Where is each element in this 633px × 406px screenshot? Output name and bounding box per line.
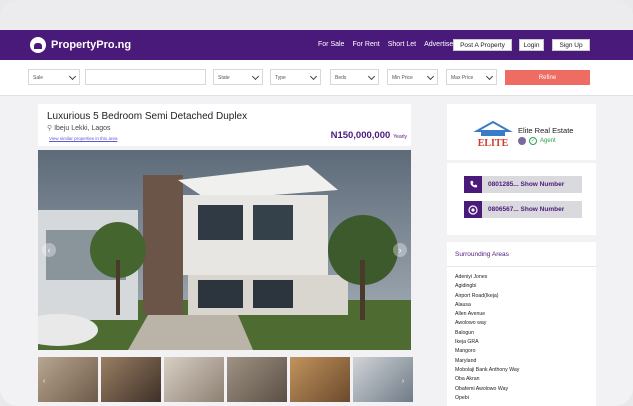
brand-logo[interactable]: PropertyPro.ng	[30, 37, 131, 53]
chevron-down-icon	[309, 72, 318, 81]
login-button[interactable]: Login	[519, 39, 544, 51]
nav-link-for-rent[interactable]: For Rent	[352, 41, 379, 48]
chevron-down-icon	[485, 72, 494, 81]
agent-badge-label: Agent	[540, 138, 556, 144]
max-price-value: Max Price	[451, 75, 474, 81]
area-link[interactable]: Opebi	[455, 394, 519, 403]
max-price-select[interactable]: Max Price	[446, 69, 497, 85]
area-link[interactable]: Adeniyi Jones	[455, 273, 519, 282]
surrounding-areas-title: Surrounding Areas	[455, 251, 509, 258]
refine-button[interactable]: Refine	[505, 70, 590, 85]
chevron-down-icon	[367, 72, 376, 81]
thumbnail-next-button[interactable]: ›	[398, 376, 408, 386]
chevron-down-icon	[68, 72, 77, 81]
whatsapp-label: 0806567... Show Number	[488, 206, 565, 213]
next-photo-button[interactable]: ›	[393, 243, 407, 257]
thumbnail[interactable]	[290, 357, 350, 402]
area-list: Adeniyi Jones Agidingbi Airport Road(Ike…	[455, 273, 519, 403]
photo-thumbnails: ‹ ›	[38, 357, 413, 405]
chevron-down-icon	[426, 72, 435, 81]
area-link[interactable]: Balogun	[455, 329, 519, 338]
contact-card: 0801285... Show Number 0806567... Show N…	[447, 163, 596, 235]
listing-type-value: Sale	[33, 75, 44, 81]
avatar-icon	[518, 137, 526, 145]
listing-title: Luxurious 5 Bedroom Semi Detached Duplex	[47, 111, 248, 122]
state-value: State	[218, 75, 230, 81]
price-value: N150,000,000	[330, 130, 391, 141]
area-link[interactable]: Oba Akran	[455, 375, 519, 384]
area-link[interactable]: Maryland	[455, 357, 519, 366]
agent-card: ELITE Elite Real Estate ✓ Agent	[447, 104, 596, 160]
nav-links: For Sale For Rent Short Let Advertise	[318, 41, 453, 48]
phone-icon	[464, 176, 482, 193]
surrounding-areas-panel: Surrounding Areas Adeniyi Jones Agidingb…	[447, 242, 596, 406]
beds-select[interactable]: Beds	[330, 69, 379, 85]
nav-link-advertise[interactable]: Advertise	[424, 41, 453, 48]
listing-location: ⚲ Ibeju Lekki, Lagos	[47, 124, 111, 132]
thumbnail[interactable]	[164, 357, 224, 402]
property-type-select[interactable]: Type	[270, 69, 321, 85]
area-link[interactable]: Alausa	[455, 301, 519, 310]
show-whatsapp-button[interactable]: 0806567... Show Number	[464, 201, 582, 218]
house-icon	[30, 37, 46, 53]
main-property-photo[interactable]: ‹ ›	[38, 150, 411, 350]
post-property-button[interactable]: Post A Property	[453, 39, 512, 51]
thumbnail[interactable]	[101, 357, 161, 402]
show-phone-button[interactable]: 0801285... Show Number	[464, 176, 582, 193]
thumbnail-prev-button[interactable]: ‹	[39, 376, 49, 386]
area-link[interactable]: Awolowo way	[455, 319, 519, 328]
prev-photo-button[interactable]: ‹	[42, 243, 56, 257]
verified-check-icon: ✓	[529, 137, 537, 145]
nav-link-short-let[interactable]: Short Let	[388, 41, 416, 48]
area-link[interactable]: Allen Avenue	[455, 310, 519, 319]
whatsapp-icon	[464, 201, 482, 218]
agent-name[interactable]: Elite Real Estate	[518, 126, 573, 135]
listing-type-select[interactable]: Sale	[28, 69, 80, 85]
brand-name: PropertyPro.ng	[51, 39, 132, 51]
similar-properties-link[interactable]: View similar properties in this area	[49, 136, 117, 141]
location-text: Ibeju Lekki, Lagos	[54, 125, 111, 132]
area-link[interactable]: Ikeja GRA	[455, 338, 519, 347]
house-photo	[38, 150, 411, 350]
main-nav: PropertyPro.ng For Sale For Rent Short L…	[0, 30, 633, 60]
area-link[interactable]: Mangoro	[455, 347, 519, 356]
phone-label: 0801285... Show Number	[488, 181, 565, 188]
location-pin-icon: ⚲	[47, 125, 53, 132]
agent-badge: ✓ Agent	[518, 137, 556, 145]
agent-logo[interactable]: ELITE	[473, 119, 513, 149]
page-frame: PropertyPro.ng For Sale For Rent Short L…	[0, 0, 633, 406]
min-price-select[interactable]: Min Price	[387, 69, 438, 85]
listing-price: N150,000,000 Yearly	[331, 130, 407, 141]
browser-top-strip	[0, 0, 633, 30]
area-link[interactable]: Airport Road(Ikeja)	[455, 292, 519, 301]
nav-link-for-sale[interactable]: For Sale	[318, 41, 344, 48]
min-price-value: Min Price	[392, 75, 413, 81]
listing-header: Luxurious 5 Bedroom Semi Detached Duplex…	[38, 104, 411, 146]
agent-logo-text: ELITE	[478, 138, 509, 149]
area-link[interactable]: Obafemi Awolowo Way	[455, 385, 519, 394]
thumbnail[interactable]	[227, 357, 287, 402]
keyword-input[interactable]	[85, 69, 206, 85]
area-link[interactable]: Agidingbi	[455, 282, 519, 291]
area-link[interactable]: Mobolaji Bank Anthony Way	[455, 366, 519, 375]
property-type-value: Type	[275, 75, 286, 81]
divider	[447, 266, 596, 267]
beds-value: Beds	[335, 75, 347, 81]
signup-button[interactable]: Sign Up	[552, 39, 590, 51]
price-period: Yearly	[393, 134, 407, 140]
chevron-down-icon	[251, 72, 260, 81]
state-select[interactable]: State	[213, 69, 263, 85]
